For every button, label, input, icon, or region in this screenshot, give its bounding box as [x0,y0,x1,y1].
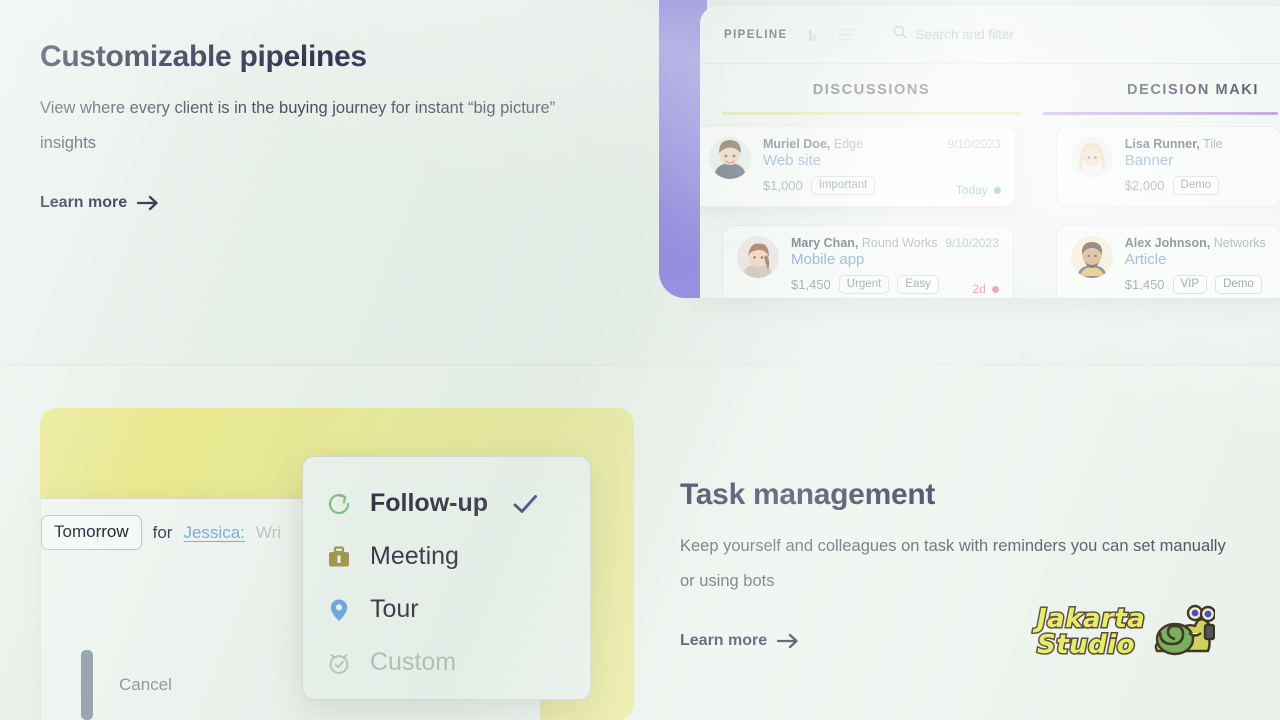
dropdown-item-custom[interactable]: Custom [303,636,590,689]
card-person-company: Round Works [861,236,938,250]
status-badge-label: Today [955,183,988,197]
dropdown-item-custom-label: Custom [370,648,457,676]
pipeline-column-tabs: DISCUSSIONS DECISION MAKI [700,64,1280,115]
snail-mascot-icon [1149,603,1216,661]
tab-discussions-label: DISCUSSIONS [812,82,931,98]
page-title-tasks: Task management [680,478,936,511]
bar-chart-icon[interactable] [808,27,824,43]
card-date: 9/10/2023 [945,236,999,250]
card-tag[interactable]: Demo [1215,275,1262,294]
page-root: Customizable pipelines View where every … [0,0,1280,720]
card-date: 9/10/2023 [947,137,1001,151]
arrow-right-icon [776,633,799,649]
learn-more-tasks-link[interactable]: Learn more [680,632,799,650]
dropdown-item-meeting-label: Meeting [370,542,459,570]
status-dot-icon [991,285,999,293]
card-amount: $1,450 [791,277,831,292]
card-person-company: Networks [1213,236,1266,250]
card-tag[interactable]: VIP [1172,275,1208,294]
card-tag[interactable]: Urgent [838,275,890,294]
status-badge: 2d [972,282,999,296]
card-content: Lisa Runner, Tile Banner $2,000 Demo [1125,137,1266,195]
dropdown-item-follow-up[interactable]: Follow-up [303,477,590,530]
tab-decision-making[interactable]: DECISION MAKI [1043,82,1280,115]
avatar [1070,137,1113,179]
card-amount: $1,000 [763,178,803,193]
search-placeholder: Search and filter [915,27,1014,42]
checkmark-icon [513,494,538,514]
card-content: Mary Chan, Round Works 9/10/2023 Mobile … [791,236,999,294]
card-deal-link[interactable]: Article [1125,251,1266,268]
learn-more-tasks-label: Learn more [680,632,768,649]
pipeline-card-row[interactable]: Mary Chan, Round Works 9/10/2023 Mobile … [722,225,1014,298]
task-for-label: for [152,522,173,542]
cancel-button[interactable]: Cancel [119,675,172,695]
search-icon [893,25,907,44]
refresh-circle-icon [325,490,353,518]
jakarta-studio-logo: Jakarta Studio [1035,601,1259,663]
card-person: Mary Chan, Round Works [791,236,937,250]
card-person: Muriel Doe, Edge [763,137,863,151]
card-person: Lisa Runner, Tile [1125,137,1223,151]
pipeline-app-window: PIPELINE Search and filter DISCUSSIONS D… [700,6,1280,298]
pipelines-feature-block: Customizable pipelines View where every … [40,40,600,212]
dropdown-item-meeting[interactable]: Meeting [303,530,590,583]
pipeline-columns-body: Muriel Doe, Edge 9/10/2023 Web site $1,0… [700,115,1280,298]
dropdown-item-tour[interactable]: Tour [303,583,590,636]
card-person-name: Mary Chan, [791,236,859,250]
task-date-chip[interactable]: Tomorrow [41,515,142,550]
alarm-clock-icon [325,649,353,677]
task-assignee-link[interactable]: Jessica: [183,523,244,543]
briefcase-icon [325,543,353,571]
card-deal-link[interactable]: Mobile app [791,251,999,268]
card-amount: $2,000 [1124,178,1165,193]
logo-line-1: Jakarta [1035,604,1146,634]
tab-discussions[interactable]: DISCUSSIONS [700,82,1043,115]
card-person-company: Tile [1203,137,1223,151]
card-person: Alex Johnson, Networks [1125,236,1266,250]
section-divider [0,364,1280,367]
avatar [709,137,751,179]
card-person-name: Alex Johnson, [1124,236,1211,250]
avatar [1070,236,1113,278]
pipeline-wordmark: PIPELINE [724,28,788,41]
task-type-dropdown: Follow-up Meeting Tour Custom [302,456,591,700]
card-deal-link[interactable]: Banner [1125,152,1266,169]
task-text: Wri [255,522,282,542]
pipeline-card-row[interactable]: Lisa Runner, Tile Banner $2,000 Demo [1055,126,1280,207]
page-title-pipelines: Customizable pipelines [40,40,367,73]
submit-handle[interactable] [81,650,93,720]
card-tag[interactable]: Demo [1172,176,1220,195]
column-discussions: Muriel Doe, Edge 9/10/2023 Web site $1,0… [700,115,1036,298]
pipelines-description: View where every client is in the buying… [40,99,556,152]
map-pin-icon [325,596,353,624]
list-view-icon[interactable] [837,28,855,41]
pipeline-card-row[interactable]: Alex Johnson, Networks Article $1,450 VI… [1055,225,1280,298]
status-badge: Today [956,183,1001,197]
pipeline-toolbar: PIPELINE Search and filter [700,6,1280,64]
arrow-right-icon [136,195,159,211]
card-tag[interactable]: Important [810,176,876,195]
status-badge-label: 2d [972,282,986,296]
card-content: Alex Johnson, Networks Article $1,450 VI… [1125,236,1266,294]
dropdown-item-tour-label: Tour [370,595,419,623]
card-person-company: Edge [833,137,864,151]
card-person-name: Lisa Runner, [1124,137,1200,151]
tab-decision-making-label: DECISION MAKI [1127,82,1259,98]
tasks-description: Keep yourself and colleagues on task wit… [680,537,1226,590]
search-input[interactable]: Search and filter [893,25,1014,44]
card-person-name: Muriel Doe, [763,137,831,151]
card-tag[interactable]: Easy [897,275,939,294]
learn-more-pipelines-link[interactable]: Learn more [40,194,159,212]
avatar [737,236,779,278]
status-dot-icon [993,186,1001,194]
dropdown-item-follow-up-label: Follow-up [370,489,489,517]
learn-more-pipelines-label: Learn more [40,194,128,211]
card-amount: $1,450 [1124,277,1165,292]
column-decision-making: Lisa Runner, Tile Banner $2,000 Demo Ale… [1036,115,1280,298]
logo-line-2: Studio [1035,630,1136,660]
pipeline-card-row[interactable]: Muriel Doe, Edge 9/10/2023 Web site $1,0… [700,126,1016,207]
card-deal-link[interactable]: Web site [763,152,1001,169]
